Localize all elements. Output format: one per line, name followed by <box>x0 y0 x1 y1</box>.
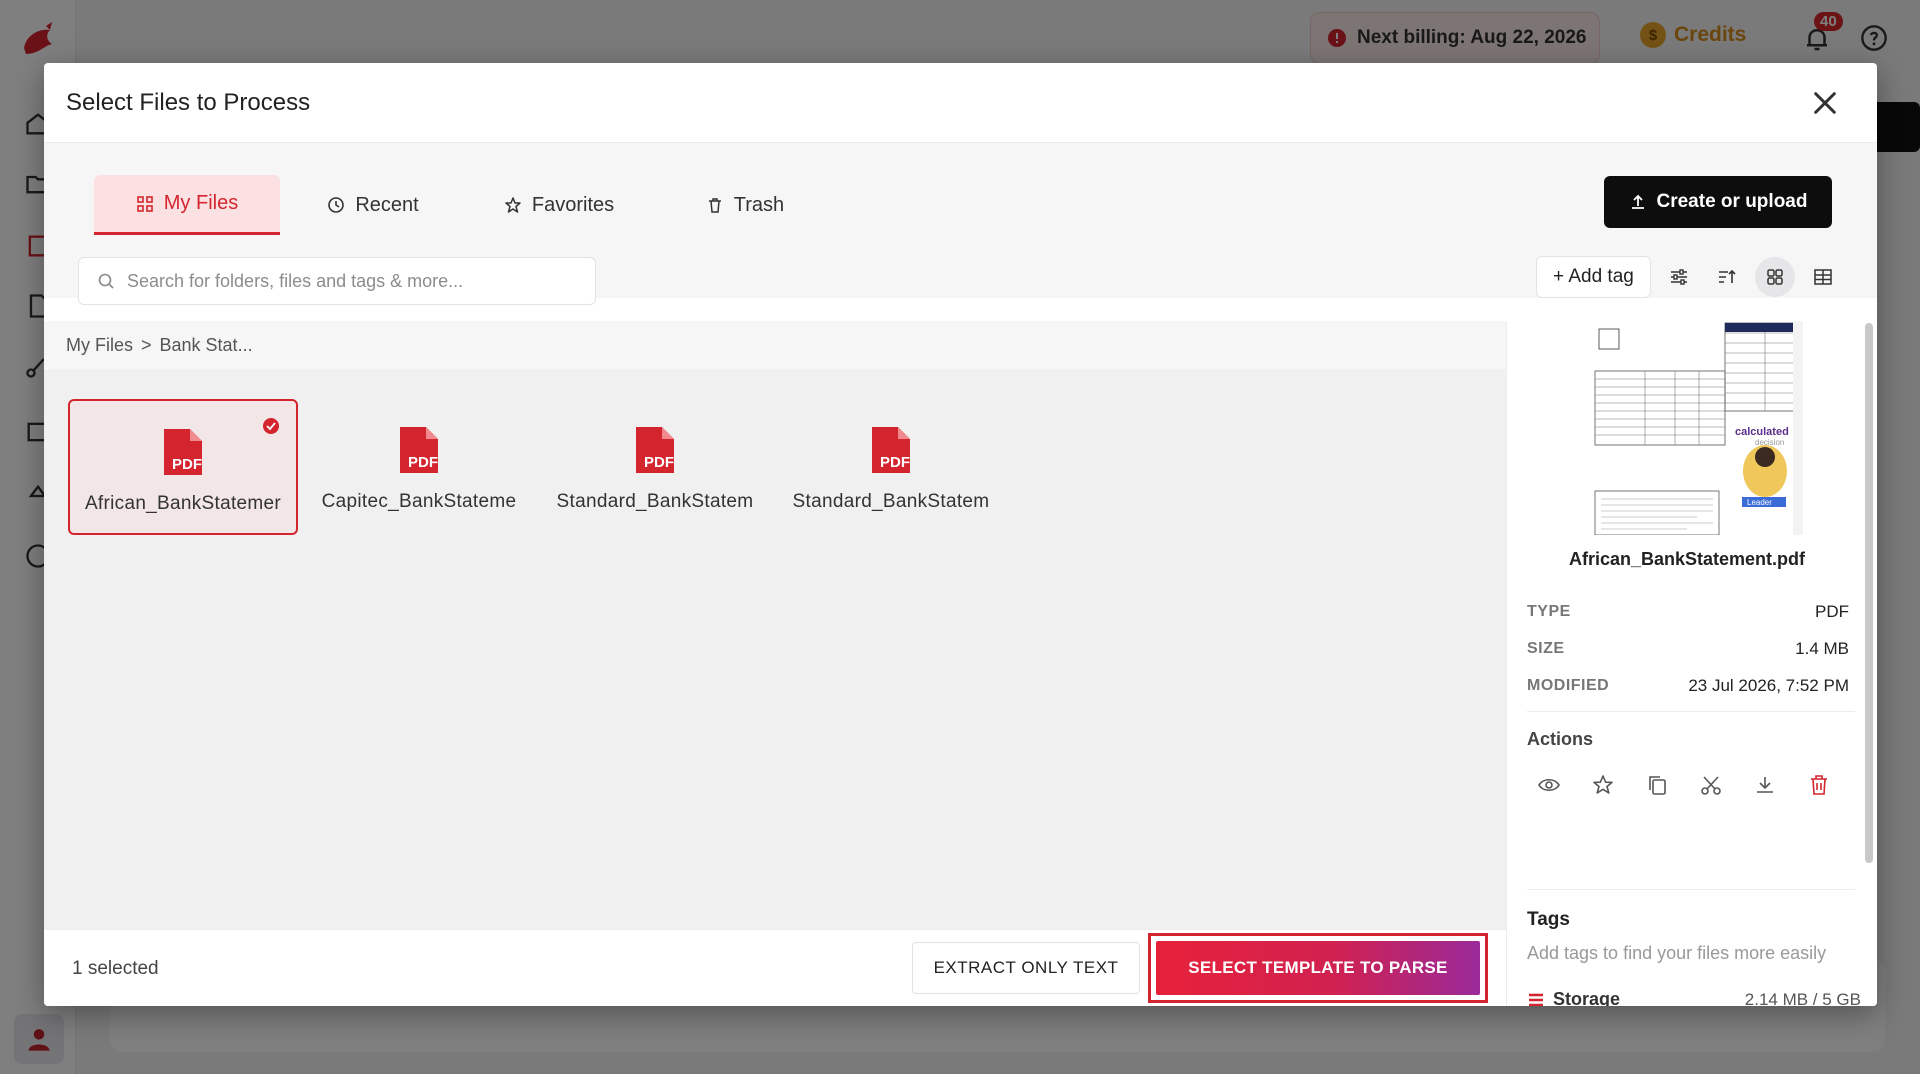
meta-row-size: SIZE 1.4 MB <box>1527 630 1849 667</box>
delete-icon[interactable] <box>1807 773 1831 797</box>
file-preview-thumbnail[interactable]: calculated decision Leader <box>1587 321 1803 535</box>
divider <box>1527 889 1855 890</box>
meta-key: TYPE <box>1527 602 1571 620</box>
tab-label: Favorites <box>531 193 615 216</box>
scissors-icon[interactable] <box>1699 773 1723 797</box>
file-actions <box>1537 773 1831 797</box>
table-view-icon <box>1814 269 1832 285</box>
modal-footer: 1 selected EXTRACT ONLY TEXT SELECT TEMP… <box>44 929 1506 1006</box>
files-area: My Files > Bank Stat... PDF African_Bank… <box>44 321 1506 929</box>
tags-hint: Add tags to find your files more easily <box>1527 943 1827 963</box>
thumb-text-leader: Leader <box>1747 498 1772 507</box>
file-card[interactable]: PDF Capitec_BankStateme <box>304 399 534 535</box>
trash-icon <box>708 198 721 213</box>
sliders-icon <box>1670 269 1687 285</box>
storage-label-group: Storage <box>1527 989 1620 1006</box>
tab-recent[interactable]: Recent <box>280 175 466 235</box>
tab-label: Trash <box>733 193 785 216</box>
file-card[interactable]: PDF Standard_BankStatem <box>540 399 770 535</box>
upload-label: Create or upload <box>1656 191 1808 212</box>
download-icon[interactable] <box>1753 773 1777 797</box>
file-details-panel: calculated decision Leader African_BankS… <box>1506 321 1877 1006</box>
file-name: Standard_BankStatem <box>556 491 754 512</box>
select-template-to-parse-button[interactable]: SELECT TEMPLATE TO PARSE <box>1156 941 1480 995</box>
modal-header: Select Files to Process <box>44 63 1877 143</box>
preview-file-name: African_BankStatement.pdf <box>1568 549 1806 569</box>
thumb-text-calculated: calculated <box>1735 426 1789 438</box>
panel-scrollbar[interactable] <box>1865 323 1873 863</box>
sort-button[interactable] <box>1707 257 1747 297</box>
breadcrumb-my-files[interactable]: My Files <box>66 335 133 356</box>
tab-trash[interactable]: Trash <box>652 175 838 235</box>
meta-value: PDF <box>1815 601 1849 621</box>
tab-label: Recent <box>355 193 419 216</box>
eye-icon[interactable] <box>1537 773 1561 797</box>
table-view-button[interactable] <box>1803 257 1843 297</box>
select-files-modal: Select Files to Process My Files Recent … <box>44 63 1877 1006</box>
file-name: Capitec_BankStateme <box>321 491 517 512</box>
grid-view-button[interactable] <box>1754 257 1795 297</box>
clock-icon <box>328 197 345 213</box>
file-tabs: My Files Recent Favorites Trash <box>94 175 838 235</box>
meta-key: MODIFIED <box>1527 676 1610 694</box>
storage-value: 2.14 MB / 5 GB <box>1744 989 1861 1007</box>
breadcrumb: My Files > Bank Stat... <box>44 321 1506 371</box>
storage-icon <box>1529 993 1543 1006</box>
filter-button[interactable] <box>1659 257 1699 297</box>
grid-icon <box>136 195 153 212</box>
sort-icon <box>1718 269 1736 283</box>
tab-favorites[interactable]: Favorites <box>466 175 652 235</box>
search-input[interactable] <box>127 270 567 292</box>
pdf-file-icon: PDF <box>164 429 202 475</box>
file-name: African_BankStatemer <box>84 493 282 514</box>
upload-icon <box>1631 194 1644 209</box>
add-tag-button[interactable]: + Add tag <box>1536 256 1651 298</box>
tags-label: Tags <box>1527 909 1570 930</box>
pdf-file-icon: PDF <box>872 427 910 473</box>
svg-text:PDF: PDF <box>408 454 438 471</box>
file-grid: PDF African_BankStatemer PDF Capitec_Ban… <box>68 399 1006 535</box>
tab-my-files[interactable]: My Files <box>94 175 280 235</box>
file-name: Standard_BankStatem <box>792 491 990 512</box>
copy-icon[interactable] <box>1645 773 1669 797</box>
meta-row-type: TYPE PDF <box>1527 593 1849 630</box>
create-or-upload-button[interactable]: Create or upload <box>1604 176 1832 228</box>
meta-row-modified: MODIFIED 23 Jul 2026, 7:52 PM <box>1527 667 1849 704</box>
file-card[interactable]: PDF African_BankStatemer <box>68 399 298 535</box>
meta-value: 23 Jul 2026, 7:52 PM <box>1688 675 1849 695</box>
file-card[interactable]: PDF Standard_BankStatem <box>776 399 1006 535</box>
storage-label: Storage <box>1553 989 1621 1006</box>
svg-text:PDF: PDF <box>172 456 202 473</box>
pdf-file-icon: PDF <box>636 427 674 473</box>
search-box <box>78 257 596 305</box>
pdf-file-icon: PDF <box>400 427 438 473</box>
grid-view-icon <box>1767 269 1783 285</box>
tab-label: My Files <box>163 192 239 214</box>
close-icon[interactable] <box>1809 87 1841 119</box>
meta-value: 1.4 MB <box>1795 638 1849 658</box>
storage-usage: Storage 2.14 MB / 5 GB <box>1527 989 1861 1006</box>
search-icon <box>98 273 114 289</box>
star-icon <box>505 197 521 213</box>
check-circle-icon <box>263 418 279 434</box>
selected-count: 1 selected <box>72 958 159 979</box>
breadcrumb-bank-statements[interactable]: Bank Stat... <box>160 335 253 356</box>
divider <box>1527 711 1855 712</box>
file-metadata: TYPE PDF SIZE 1.4 MB MODIFIED 23 Jul 202… <box>1527 593 1849 704</box>
svg-text:PDF: PDF <box>644 454 674 471</box>
modal-title: Select Files to Process <box>66 88 311 116</box>
actions-label: Actions <box>1527 729 1594 749</box>
meta-key: SIZE <box>1527 639 1565 657</box>
view-toolbar: + Add tag <box>1536 256 1843 298</box>
star-icon[interactable] <box>1591 773 1615 797</box>
extract-only-text-button[interactable]: EXTRACT ONLY TEXT <box>912 942 1140 994</box>
svg-text:PDF: PDF <box>880 454 910 471</box>
breadcrumb-separator: > <box>141 335 152 355</box>
